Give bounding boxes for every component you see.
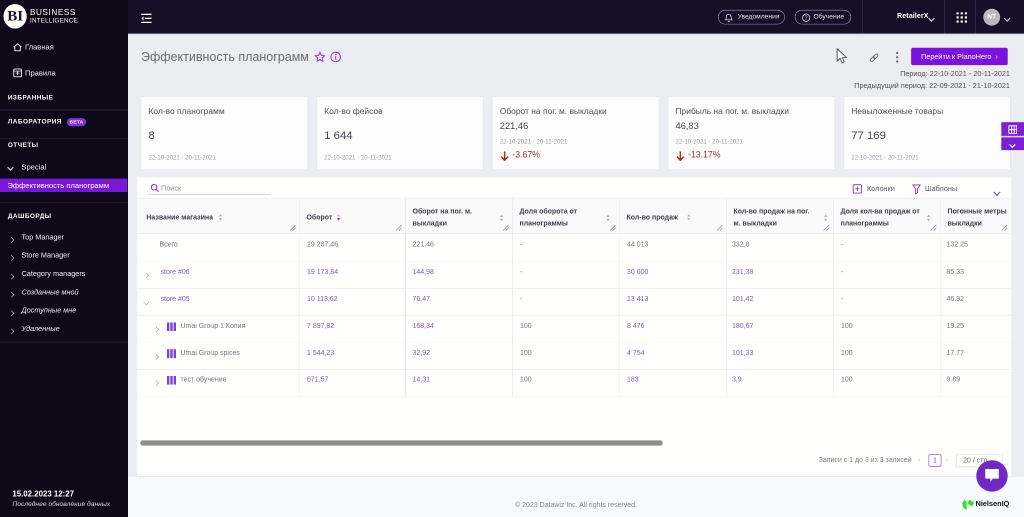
svg-text:?: ?	[804, 16, 807, 22]
